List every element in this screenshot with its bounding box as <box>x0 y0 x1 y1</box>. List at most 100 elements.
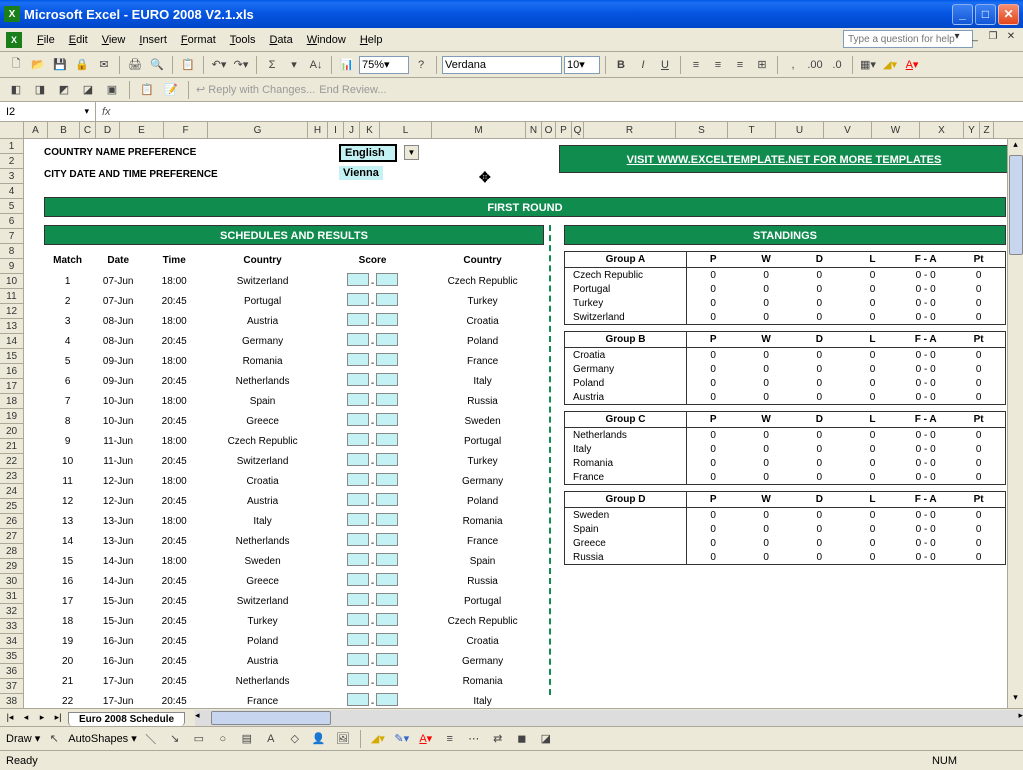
mail-icon[interactable]: ✉ <box>94 55 114 75</box>
decrease-decimal-icon[interactable]: .0 <box>827 55 847 75</box>
save-icon[interactable]: 💾 <box>50 55 70 75</box>
open-icon[interactable]: 📂 <box>28 55 48 75</box>
score-home-input[interactable] <box>347 693 369 706</box>
row-header[interactable]: 3 <box>0 169 23 184</box>
col-header[interactable]: N <box>526 122 542 138</box>
line-color-icon[interactable]: ✎▾ <box>392 729 412 749</box>
col-header[interactable]: W <box>872 122 920 138</box>
score-home-input[interactable] <box>347 553 369 566</box>
col-header[interactable]: M <box>432 122 526 138</box>
col-header[interactable]: Q <box>572 122 584 138</box>
score-home-input[interactable] <box>347 353 369 366</box>
underline-icon[interactable]: U <box>655 55 675 75</box>
score-home-input[interactable] <box>347 473 369 486</box>
col-header[interactable]: A <box>24 122 48 138</box>
col-header[interactable]: F <box>164 122 208 138</box>
col-header[interactable]: E <box>120 122 164 138</box>
score-home-input[interactable] <box>347 493 369 506</box>
row-header[interactable]: 9 <box>0 259 23 274</box>
fill-color-icon[interactable]: ◢▾ <box>368 729 388 749</box>
row-header[interactable]: 27 <box>0 529 23 544</box>
menu-tools[interactable]: Tools <box>223 31 263 49</box>
redo-icon[interactable]: ↷▾ <box>231 55 251 75</box>
tab-last-icon[interactable]: ▸| <box>50 712 66 723</box>
wordart-icon[interactable]: A <box>261 729 281 749</box>
maximize-button[interactable]: □ <box>975 4 996 25</box>
col-header[interactable]: B <box>48 122 80 138</box>
score-away-input[interactable] <box>376 593 398 606</box>
score-away-input[interactable] <box>376 353 398 366</box>
score-away-input[interactable] <box>376 273 398 286</box>
print-icon[interactable]: 🖨 <box>125 55 145 75</box>
score-home-input[interactable] <box>347 513 369 526</box>
font-color-icon[interactable]: A▾ <box>416 729 436 749</box>
row-header[interactable]: 35 <box>0 649 23 664</box>
score-away-input[interactable] <box>376 333 398 346</box>
col-header[interactable]: V <box>824 122 872 138</box>
row-header[interactable]: 1 <box>0 139 23 154</box>
tab-next-icon[interactable]: ▸ <box>34 712 50 723</box>
preview-icon[interactable]: 🔍 <box>147 55 167 75</box>
row-header[interactable]: 23 <box>0 469 23 484</box>
permission-icon[interactable]: 🔒 <box>72 55 92 75</box>
review-icon[interactable]: 📋 <box>137 80 157 100</box>
merge-icon[interactable]: ⊞ <box>752 55 772 75</box>
score-away-input[interactable] <box>376 313 398 326</box>
rectangle-icon[interactable]: ▭ <box>189 729 209 749</box>
excel-doc-icon[interactable]: X <box>6 32 22 48</box>
menu-format[interactable]: Format <box>174 31 223 49</box>
help-icon[interactable]: ? <box>411 55 431 75</box>
fx-icon[interactable]: fx <box>96 106 117 118</box>
doc-close-button[interactable]: ✕ <box>1003 31 1019 42</box>
align-center-icon[interactable]: ≡ <box>708 55 728 75</box>
picture-icon[interactable]: 🖼 <box>333 729 353 749</box>
row-header[interactable]: 19 <box>0 409 23 424</box>
review-icon[interactable]: ◪ <box>78 80 98 100</box>
fill-color-icon[interactable]: ◢▾ <box>880 55 900 75</box>
row-header[interactable]: 15 <box>0 349 23 364</box>
tab-first-icon[interactable]: |◂ <box>2 712 18 723</box>
menu-edit[interactable]: Edit <box>62 31 95 49</box>
col-header[interactable]: S <box>676 122 728 138</box>
pref-country-dropdown[interactable]: English <box>339 144 397 162</box>
increase-decimal-icon[interactable]: .00 <box>805 55 825 75</box>
col-header[interactable]: K <box>360 122 380 138</box>
menu-window[interactable]: Window <box>300 31 353 49</box>
dash-style-icon[interactable]: ⋯ <box>464 729 484 749</box>
minimize-button[interactable]: _ <box>952 4 973 25</box>
shadow-icon[interactable]: ◼ <box>512 729 532 749</box>
menu-data[interactable]: Data <box>262 31 299 49</box>
align-right-icon[interactable]: ≡ <box>730 55 750 75</box>
3d-icon[interactable]: ◪ <box>536 729 556 749</box>
line-icon[interactable]: ＼ <box>141 729 161 749</box>
clipart-icon[interactable]: 👤 <box>309 729 329 749</box>
row-header[interactable]: 10 <box>0 274 23 289</box>
zoom-combo[interactable]: 75% ▾ <box>359 56 409 74</box>
col-header[interactable]: L <box>380 122 432 138</box>
new-icon[interactable]: 🗋 <box>6 55 26 75</box>
score-home-input[interactable] <box>347 433 369 446</box>
score-away-input[interactable] <box>376 653 398 666</box>
row-header[interactable]: 26 <box>0 514 23 529</box>
worksheet[interactable]: COUNTRY NAME PREFERENCE English ▼ CITY D… <box>24 139 1023 708</box>
row-header[interactable]: 7 <box>0 229 23 244</box>
review-icon[interactable]: 📝 <box>161 80 181 100</box>
row-header[interactable]: 33 <box>0 619 23 634</box>
score-away-input[interactable] <box>376 293 398 306</box>
review-icon[interactable]: ◨ <box>30 80 50 100</box>
score-home-input[interactable] <box>347 633 369 646</box>
select-objects-icon[interactable]: ↖ <box>44 729 64 749</box>
row-header[interactable]: 38 <box>0 694 23 709</box>
sort-asc-icon[interactable]: A↓ <box>306 55 326 75</box>
score-away-input[interactable] <box>376 493 398 506</box>
score-home-input[interactable] <box>347 573 369 586</box>
row-header[interactable]: 16 <box>0 364 23 379</box>
col-header[interactable]: O <box>542 122 556 138</box>
autoshapes-menu[interactable]: AutoShapes ▾ <box>68 732 137 745</box>
row-header[interactable]: 36 <box>0 664 23 679</box>
sum-icon[interactable]: Σ <box>262 55 282 75</box>
col-header[interactable]: G <box>208 122 308 138</box>
row-header[interactable]: 22 <box>0 454 23 469</box>
italic-icon[interactable]: I <box>633 55 653 75</box>
col-header[interactable]: T <box>728 122 776 138</box>
